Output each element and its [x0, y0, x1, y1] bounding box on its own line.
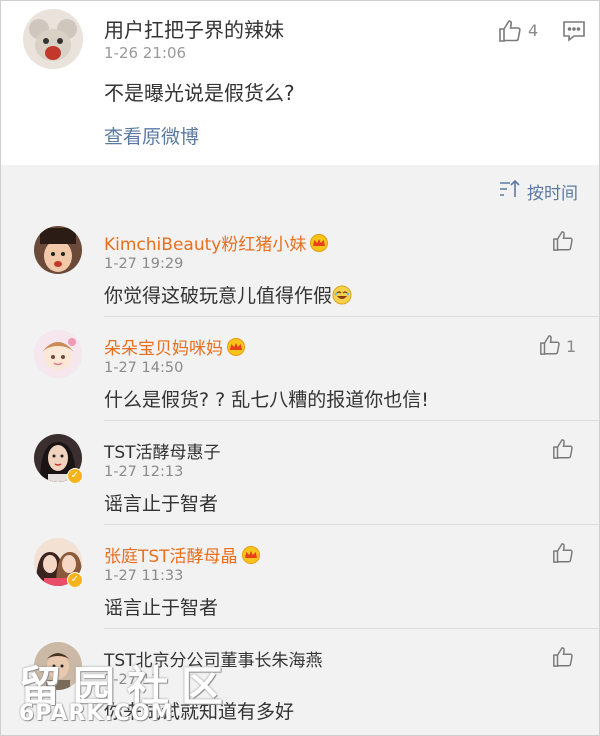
commenter-name-text: 朵朵宝贝妈咪妈: [104, 339, 223, 359]
comment-like-count: 1: [566, 337, 577, 356]
comment-item: ✓ TST活酵母惠子 1-27 12:13 谣言止于智者: [1, 421, 599, 525]
post-avatar[interactable]: [23, 9, 83, 69]
thumbs-up-icon[interactable]: [552, 646, 574, 668]
comment-text-content: 你觉得这破玩意儿值得作假: [104, 285, 333, 307]
thumbs-up-icon[interactable]: [539, 334, 561, 356]
comment-text: 谣言止于智者: [104, 597, 219, 619]
view-original-link[interactable]: 查看原微博: [104, 122, 199, 149]
sort-by-time-button[interactable]: 按时间: [527, 179, 578, 204]
commenter-username[interactable]: 朵朵宝贝妈咪妈: [104, 334, 246, 359]
post-like-count: 4: [528, 21, 539, 40]
commenter-username[interactable]: TST活酵母惠子: [104, 438, 221, 463]
laughing-emoji-icon: [332, 285, 352, 305]
sort-icon[interactable]: [499, 179, 521, 199]
commenter-username[interactable]: 张庭TST活酵母晶: [104, 542, 261, 567]
thumbs-up-icon[interactable]: [552, 542, 574, 564]
original-post: 用户扛把子界的辣妹 1-26 21:06 不是曝光说是假货么? 查看原微博 4: [1, 1, 599, 165]
comment-text: 谣言止于智者: [104, 493, 219, 515]
comment-box-icon[interactable]: [562, 20, 586, 42]
thumbs-up-icon[interactable]: [552, 438, 574, 460]
screenshot-frame: 用户扛把子界的辣妹 1-26 21:06 不是曝光说是假货么? 查看原微博 4 …: [0, 0, 600, 736]
post-username[interactable]: 用户扛把子界的辣妹: [104, 14, 284, 43]
comment-item: KimchiBeauty粉红猪小妹 1-27 19:29 你觉得这破玩意儿值得作…: [1, 213, 599, 317]
verified-badge-icon: ✓: [67, 572, 83, 588]
commenter-username[interactable]: KimchiBeauty粉红猪小妹: [104, 230, 329, 255]
comment-item: ✓ 张庭TST活酵母晶 1-27 11:33 谣言止于智者: [1, 525, 599, 629]
comment-text: 什么是假货? ? 乱七八糟的报道你也信!: [104, 389, 429, 411]
verified-badge-icon: ✓: [67, 468, 83, 484]
commenter-avatar[interactable]: [34, 226, 82, 274]
thumbs-up-icon[interactable]: [552, 230, 574, 252]
comment-time: 1-27 11:33: [104, 568, 184, 584]
crown-badge-icon: [310, 234, 329, 252]
comment-time: 1-27 19:29: [104, 256, 184, 272]
commenter-avatar[interactable]: [34, 330, 82, 378]
comment-item: 朵朵宝贝妈咪妈 1-27 14:50 什么是假货? ? 乱七八糟的报道你也信! …: [1, 317, 599, 421]
comment-time: 1-27 14:50: [104, 360, 184, 376]
comment-text: 你觉得这破玩意儿值得作假: [104, 281, 352, 308]
thumbs-up-icon[interactable]: [498, 19, 522, 43]
crown-badge-icon: [241, 546, 260, 564]
commenter-name-text: TST活酵母惠子: [104, 443, 221, 463]
commenter-name-text: 张庭TST活酵母晶: [104, 547, 238, 567]
commenter-name-text: KimchiBeauty粉红猪小妹: [104, 235, 307, 255]
comment-time: 1-27 12:13: [104, 464, 184, 480]
sort-bar: 按时间: [1, 165, 599, 213]
post-time: 1-26 21:06: [104, 44, 187, 62]
watermark-site-text: 6PARK.COM: [19, 701, 174, 726]
post-content: 不是曝光说是假货么?: [104, 81, 295, 105]
crown-badge-icon: [227, 338, 245, 356]
